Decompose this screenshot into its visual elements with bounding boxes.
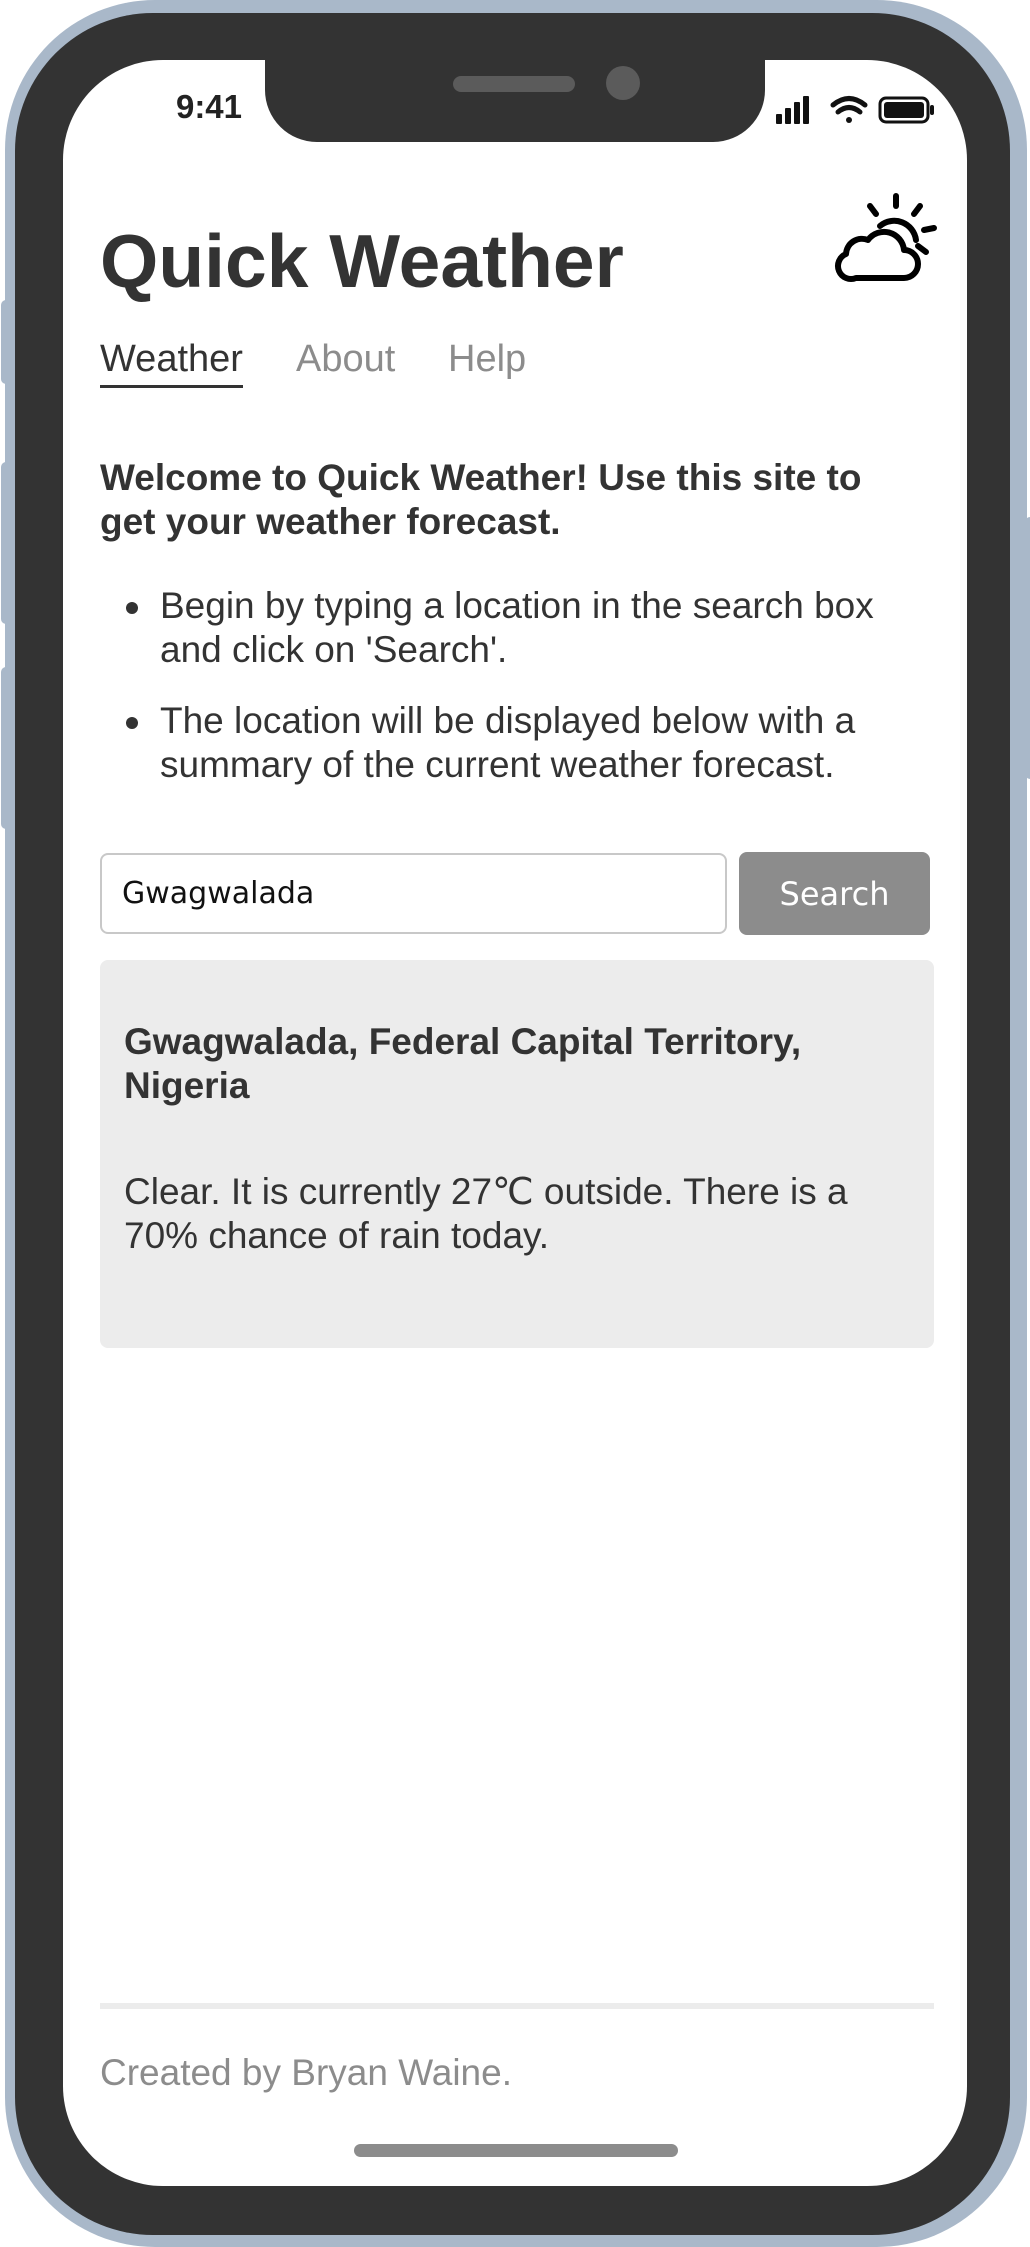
wifi-icon [830,96,868,123]
nav-weather[interactable]: Weather [100,338,243,388]
footer-divider [100,2003,934,2009]
nav-about[interactable]: About [296,338,395,381]
power-button [1025,517,1030,779]
speaker-grille [453,76,575,92]
partly-cloudy-icon [834,190,940,286]
status-time: 9:41 [175,88,243,125]
welcome-message: Welcome to Quick Weather! Use this site … [100,457,862,542]
search-button[interactable]: Search [739,852,930,935]
page-title: Quick Weather [100,219,624,303]
footer-credit: Created by Bryan Waine. [100,2052,512,2093]
volume-up-button [1,462,15,624]
instruction-item: Begin by typing a location in the search… [126,584,940,672]
status-icons [776,92,936,128]
instructions-list: Begin by typing a location in the search… [126,584,940,814]
home-indicator[interactable] [354,2144,678,2157]
signal-icon [776,96,809,124]
forecast-result-card: Gwagwalada, Federal Capital Territory, N… [100,960,934,1348]
volume-down-button [1,667,15,829]
notch [265,60,765,142]
forecast-summary: Clear. It is currently 27℃ outside. Ther… [124,1171,848,1256]
battery-icon [878,96,934,124]
mute-switch [1,300,15,384]
instruction-item: The location will be displayed below wit… [126,699,940,787]
result-location: Gwagwalada, Federal Capital Territory, N… [124,1021,802,1106]
location-search-input[interactable] [100,853,727,934]
front-camera [606,66,640,100]
nav-help[interactable]: Help [448,338,526,381]
